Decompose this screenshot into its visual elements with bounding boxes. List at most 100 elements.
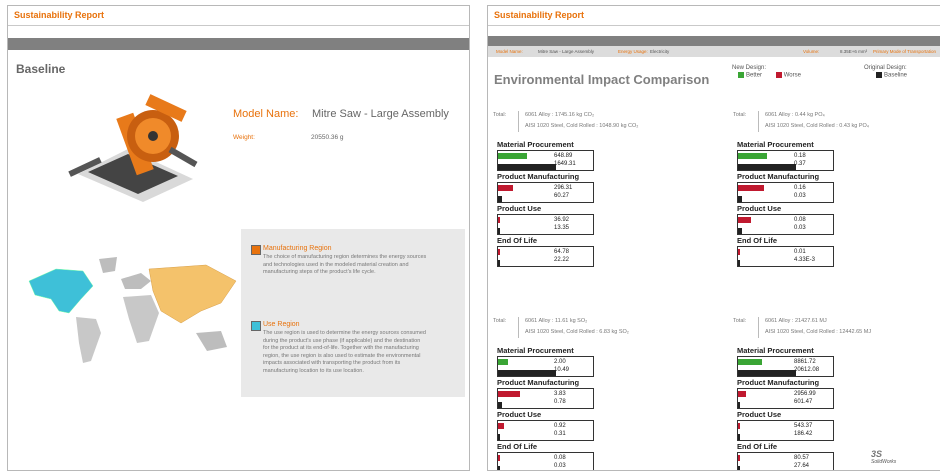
report-header: Sustainability Report bbox=[488, 6, 940, 26]
legend-baseline: Baseline bbox=[884, 72, 908, 79]
impact-category: Material Procurement 8861.72 20612.08 bbox=[737, 346, 834, 377]
category-title: Material Procurement bbox=[737, 140, 814, 149]
manufacturing-region-swatch bbox=[251, 245, 261, 255]
info-label: Volume: bbox=[803, 49, 820, 54]
category-bar-box: 0.18 0.37 bbox=[737, 150, 834, 171]
category-title: Product Manufacturing bbox=[497, 172, 580, 181]
baseline-bar bbox=[498, 402, 502, 408]
category-bar-box: 0.08 0.03 bbox=[497, 452, 594, 470]
text-line: The choice of manufacturing region deter… bbox=[263, 254, 427, 260]
baseline-bar bbox=[738, 196, 742, 202]
baseline-bar bbox=[738, 370, 797, 376]
baseline-value: 0.31 bbox=[554, 431, 566, 437]
legend-new-design: New Design: Better Worse bbox=[732, 65, 801, 79]
report-page-baseline: Sustainability Report Baseline Model Nam… bbox=[7, 5, 470, 471]
total-label: Total: bbox=[733, 318, 747, 324]
use-region-swatch bbox=[251, 321, 261, 331]
category-bar-box: 80.57 27.64 bbox=[737, 452, 834, 470]
new-design-bar bbox=[498, 391, 521, 397]
solidworks-logo: 3S SolidWorks bbox=[871, 449, 897, 465]
baseline-value: 4.33E-3 bbox=[794, 257, 816, 263]
category-bar-box: 296.31 60.27 bbox=[497, 182, 594, 203]
new-design-bar bbox=[498, 249, 500, 255]
baseline-bar bbox=[738, 164, 797, 170]
new-design-value: 0.92 bbox=[554, 423, 566, 429]
category-bar-box: 36.92 13.35 bbox=[497, 214, 594, 235]
baseline-value: 20612.08 bbox=[794, 367, 820, 373]
new-design-bar bbox=[738, 249, 740, 255]
impact-category: Product Manufacturing 3.83 0.78 bbox=[497, 378, 594, 409]
worse-swatch bbox=[775, 72, 782, 78]
total-line: 6061 Alloy : 0.44 kg PO₄ bbox=[765, 112, 825, 118]
impact-category: Material Procurement 2.00 10.49 bbox=[497, 346, 594, 377]
new-design-value: 648.89 bbox=[554, 153, 573, 159]
category-title: End Of Life bbox=[737, 442, 777, 451]
baseline-value: 186.42 bbox=[794, 431, 813, 437]
new-design-value: 64.78 bbox=[554, 249, 570, 255]
baseline-bar bbox=[498, 260, 500, 266]
new-design-value: 0.18 bbox=[794, 153, 806, 159]
baseline-value: 10.49 bbox=[554, 367, 570, 373]
text-line: manufacturing steps of the product's lif… bbox=[263, 269, 376, 275]
mitre-saw-image bbox=[68, 94, 198, 202]
total-line: 6061 Alloy : 21427.61 MJ bbox=[765, 318, 827, 324]
manufacturing-region-title: Manufacturing Region bbox=[263, 245, 332, 252]
region-info-panel: Manufacturing Region The choice of manuf… bbox=[241, 229, 465, 397]
total-line: AISI 1020 Steel, Cold Rolled : 12442.65 … bbox=[765, 329, 872, 335]
text-line: for the product at its end-of-life. Toge… bbox=[263, 345, 419, 351]
total-label: Total: bbox=[493, 318, 507, 324]
total-line: AISI 1020 Steel, Cold Rolled : 0.43 kg P… bbox=[765, 123, 870, 129]
baseline-value: 0.03 bbox=[554, 463, 566, 469]
new-design-bar bbox=[738, 391, 746, 397]
baseline-value: 22.22 bbox=[554, 257, 570, 263]
use-region-title: Use Region bbox=[263, 321, 300, 328]
category-bar-box: 543.37 186.42 bbox=[737, 420, 834, 441]
new-design-value: 0.08 bbox=[794, 217, 806, 223]
total-separator bbox=[518, 317, 519, 338]
category-bar-box: 0.08 0.03 bbox=[737, 214, 834, 235]
new-design-bar bbox=[498, 185, 513, 191]
new-design-bar bbox=[738, 185, 765, 191]
baseline-bar bbox=[498, 466, 500, 470]
impact-category: End Of Life 0.08 0.03 bbox=[497, 442, 594, 470]
baseline-value: 0.78 bbox=[554, 399, 566, 405]
impact-category: Product Use 0.08 0.03 bbox=[737, 204, 834, 235]
better-swatch bbox=[738, 72, 744, 78]
new-design-value: 543.37 bbox=[794, 423, 813, 429]
info-value: 8.35E+6 mm³ bbox=[840, 49, 868, 54]
category-bar-box: 64.78 22.22 bbox=[497, 246, 594, 267]
impact-category: Product Manufacturing 2956.99 601.47 bbox=[737, 378, 834, 409]
impact-category: Product Use 543.37 186.42 bbox=[737, 410, 834, 441]
info-bar: Model Name: Mitre Saw - Large Assembly E… bbox=[488, 46, 940, 57]
report-header: Sustainability Report bbox=[8, 6, 469, 26]
total-separator bbox=[758, 317, 759, 338]
category-bar-box: 3.83 0.78 bbox=[497, 388, 594, 409]
category-bar-box: 0.01 4.33E-3 bbox=[737, 246, 834, 267]
manufacturing-region-text: The choice of manufacturing region deter… bbox=[263, 254, 426, 277]
new-design-bar bbox=[498, 217, 500, 223]
world-map bbox=[28, 257, 237, 363]
baseline-bar bbox=[498, 434, 500, 440]
baseline-value: 13.35 bbox=[554, 225, 570, 231]
total-line: 6061 Alloy : 11.61 kg SO₂ bbox=[525, 318, 588, 324]
info-label: Primary Mode of Transportation bbox=[873, 49, 937, 54]
header-bar bbox=[8, 38, 469, 50]
baseline-bar bbox=[738, 228, 742, 234]
impact-category: Material Procurement 0.18 0.37 bbox=[737, 140, 834, 171]
header-bar bbox=[488, 36, 940, 46]
new-design-bar bbox=[498, 423, 504, 429]
impact-category: Product Manufacturing 0.16 0.03 bbox=[737, 172, 834, 203]
baseline-value: 60.27 bbox=[554, 193, 570, 199]
new-design-bar bbox=[498, 359, 508, 365]
weight-label: Weight: bbox=[233, 134, 255, 141]
page-title: Environmental Impact Comparison bbox=[494, 72, 710, 87]
category-title: Product Use bbox=[497, 410, 542, 419]
category-bar-box: 2956.99 601.47 bbox=[737, 388, 834, 409]
report-page-comparison: Sustainability Report Model Name: Mitre … bbox=[487, 5, 940, 471]
baseline-bar bbox=[738, 466, 740, 470]
category-title: Product Manufacturing bbox=[737, 172, 820, 181]
impact-category: End Of Life 0.01 4.33E-3 bbox=[737, 236, 834, 267]
baseline-bar bbox=[498, 164, 557, 170]
impact-category: End Of Life 64.78 22.22 bbox=[497, 236, 594, 267]
category-title: Product Use bbox=[737, 410, 782, 419]
